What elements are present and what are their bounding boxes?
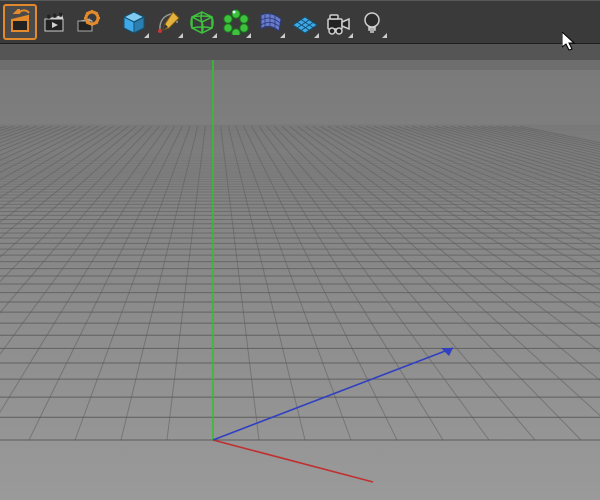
anim-next-button[interactable] (38, 5, 70, 39)
camera-button[interactable] (322, 5, 354, 39)
spline-button[interactable] (152, 5, 184, 39)
clapboard-icon (41, 9, 67, 35)
gear-clap-icon (75, 9, 101, 35)
main-toolbar (0, 0, 600, 44)
dropdown-indicator-icon (382, 33, 387, 38)
undo-clap-icon (7, 9, 33, 35)
toolbar-group (118, 5, 388, 39)
camera-icon (325, 9, 351, 35)
viewport-canvas (0, 60, 600, 500)
dropdown-indicator-icon (348, 33, 353, 38)
undo-anim-button[interactable] (4, 5, 36, 39)
floor-button[interactable] (288, 5, 320, 39)
dropdown-indicator-icon (212, 33, 217, 38)
deformer-button[interactable] (254, 5, 286, 39)
dropdown-indicator-icon (280, 33, 285, 38)
toolbar-group (4, 5, 104, 39)
dropdown-indicator-icon (246, 33, 251, 38)
dropdown-indicator-icon (144, 33, 149, 38)
perspective-viewport[interactable] (0, 60, 600, 500)
dropdown-indicator-icon (314, 33, 319, 38)
cube-icon (121, 9, 147, 35)
bend-icon (257, 9, 283, 35)
array-generator-button[interactable] (220, 5, 252, 39)
anim-settings-button[interactable] (72, 5, 104, 39)
light-button[interactable] (356, 5, 388, 39)
array-spheres-icon (223, 9, 249, 35)
pen-icon (155, 9, 181, 35)
cube-primitive-button[interactable] (118, 5, 150, 39)
dropdown-indicator-icon (178, 33, 183, 38)
nurbs-button[interactable] (186, 5, 218, 39)
wire-cube-icon (189, 9, 215, 35)
bulb-icon (359, 9, 385, 35)
floor-grid-icon (291, 9, 317, 35)
